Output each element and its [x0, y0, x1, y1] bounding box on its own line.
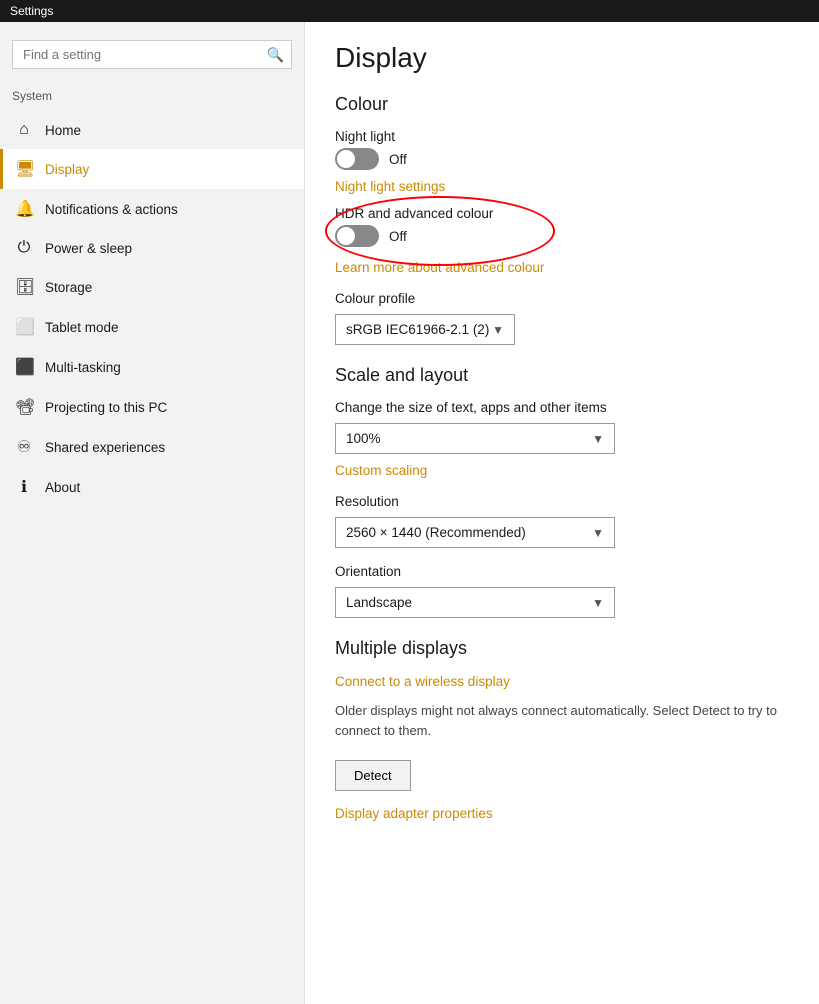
- sidebar-item-projecting[interactable]: 📽 Projecting to this PC: [0, 387, 304, 427]
- sidebar-label-shared: Shared experiences: [45, 440, 165, 455]
- chevron-down-icon-3: ▼: [592, 526, 604, 540]
- sidebar-item-power[interactable]: ⏻ Power & sleep: [0, 229, 304, 267]
- title-bar: Settings: [0, 0, 819, 22]
- night-light-toggle-row: Off: [335, 148, 789, 170]
- colour-profile-label: Colour profile: [335, 291, 789, 306]
- search-icon: 🔍: [267, 46, 284, 63]
- colour-profile-value: sRGB IEC61966-2.1 (2): [346, 322, 489, 337]
- sidebar-item-storage[interactable]: 🗄 Storage: [0, 267, 304, 307]
- shared-icon: ♾: [15, 437, 33, 457]
- displays-description: Older displays might not always connect …: [335, 701, 789, 740]
- orientation-value: Landscape: [346, 595, 412, 610]
- learn-more-link[interactable]: Learn more about advanced colour: [335, 260, 544, 275]
- night-light-knob: [337, 150, 355, 168]
- sidebar-label-tablet: Tablet mode: [45, 320, 119, 335]
- sidebar-items-container: ⌂ Home 🖥 Display 🔔 Notifications & actions ⏻ Po…: [0, 111, 304, 507]
- change-size-label: Change the size of text, apps and other …: [335, 400, 789, 415]
- search-container: 🔍: [12, 40, 292, 69]
- chevron-down-icon-2: ▼: [592, 432, 604, 446]
- sidebar-item-shared[interactable]: ♾ Shared experiences: [0, 427, 304, 467]
- hdr-knob: [337, 227, 355, 245]
- hdr-toggle-row: Off: [335, 225, 789, 247]
- night-light-settings-link[interactable]: Night light settings: [335, 179, 445, 194]
- night-light-toggle[interactable]: [335, 148, 379, 170]
- sidebar-item-tablet[interactable]: ⬜ Tablet mode: [0, 307, 304, 347]
- sidebar-label-notifications: Notifications & actions: [45, 202, 178, 217]
- sidebar-label-multitasking: Multi-tasking: [45, 360, 121, 375]
- sidebar-label-power: Power & sleep: [45, 241, 132, 256]
- sidebar-label-about: About: [45, 480, 80, 495]
- multitasking-icon: ⬛: [15, 357, 33, 377]
- page-title: Display: [335, 42, 789, 74]
- sidebar-item-about[interactable]: ℹ About: [0, 467, 304, 507]
- night-light-label: Night light: [335, 129, 789, 144]
- sidebar-label-storage: Storage: [45, 280, 92, 295]
- section-scale-title: Scale and layout: [335, 365, 789, 386]
- about-icon: ℹ: [15, 477, 33, 497]
- sidebar-item-home[interactable]: ⌂ Home: [0, 111, 304, 149]
- detect-button[interactable]: Detect: [335, 760, 411, 791]
- power-icon: ⏻: [15, 239, 33, 257]
- main-content: Display Colour Night light Off Night lig…: [305, 22, 819, 1004]
- size-dropdown[interactable]: 100% ▼: [335, 423, 615, 454]
- home-icon: ⌂: [15, 121, 33, 139]
- chevron-down-icon-4: ▼: [592, 596, 604, 610]
- search-input[interactable]: [12, 40, 292, 69]
- hdr-label: HDR and advanced colour: [335, 206, 789, 221]
- notifications-icon: 🔔: [15, 199, 33, 219]
- section-colour-title: Colour: [335, 94, 789, 115]
- night-light-state: Off: [389, 152, 407, 167]
- adapter-properties-link[interactable]: Display adapter properties: [335, 806, 493, 821]
- app-container: 🔍 System ⌂ Home 🖥 Display 🔔 Notifications & a…: [0, 22, 819, 1004]
- orientation-label: Orientation: [335, 564, 789, 579]
- title-bar-label: Settings: [10, 4, 53, 18]
- size-value: 100%: [346, 431, 381, 446]
- display-icon: 🖥: [15, 159, 33, 179]
- sidebar-item-multitasking[interactable]: ⬛ Multi-tasking: [0, 347, 304, 387]
- sidebar-label-display: Display: [45, 162, 89, 177]
- hdr-section: HDR and advanced colour Off: [335, 206, 789, 247]
- sidebar: 🔍 System ⌂ Home 🖥 Display 🔔 Notifications & a…: [0, 22, 305, 1004]
- hdr-state: Off: [389, 229, 407, 244]
- hdr-toggle[interactable]: [335, 225, 379, 247]
- connect-wireless-link[interactable]: Connect to a wireless display: [335, 674, 510, 689]
- resolution-value: 2560 × 1440 (Recommended): [346, 525, 526, 540]
- resolution-label: Resolution: [335, 494, 789, 509]
- sidebar-label-home: Home: [45, 123, 81, 138]
- section-displays-title: Multiple displays: [335, 638, 789, 659]
- custom-scaling-link[interactable]: Custom scaling: [335, 463, 427, 478]
- resolution-dropdown[interactable]: 2560 × 1440 (Recommended) ▼: [335, 517, 615, 548]
- chevron-down-icon: ▼: [492, 323, 504, 337]
- storage-icon: 🗄: [15, 277, 33, 297]
- sidebar-item-display[interactable]: 🖥 Display: [0, 149, 304, 189]
- orientation-dropdown[interactable]: Landscape ▼: [335, 587, 615, 618]
- colour-profile-dropdown[interactable]: sRGB IEC61966-2.1 (2) ▼: [335, 314, 515, 345]
- sidebar-item-notifications[interactable]: 🔔 Notifications & actions: [0, 189, 304, 229]
- projecting-icon: 📽: [15, 397, 33, 417]
- sidebar-label-projecting: Projecting to this PC: [45, 400, 167, 415]
- sidebar-section-label: System: [0, 85, 304, 111]
- tablet-icon: ⬜: [15, 317, 33, 337]
